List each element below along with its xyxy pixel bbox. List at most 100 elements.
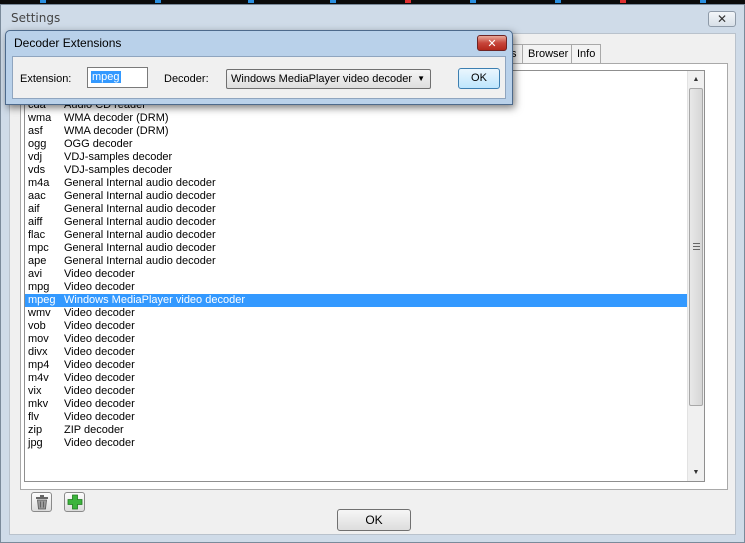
list-item[interactable]: asf WMA decoder (DRM) (25, 125, 687, 138)
decoder-select[interactable]: Windows MediaPlayer video decoder ▼ (226, 69, 431, 89)
add-button[interactable] (64, 492, 85, 512)
list-item[interactable]: vob Video decoder (25, 320, 687, 333)
list-item-decoder: General Internal audio decoder (64, 229, 216, 241)
list-item-extension: mpc (28, 242, 49, 254)
list-item[interactable]: jpg Video decoder (25, 437, 687, 450)
list-item-extension: jpg (28, 437, 43, 449)
settings-ok-button[interactable]: OK (337, 509, 411, 531)
extension-input[interactable]: mpeg (87, 67, 148, 88)
list-item-extension: avi (28, 268, 43, 280)
list-item[interactable]: mp4 Video decoder (25, 359, 687, 372)
list-item[interactable]: ape General Internal audio decoder (25, 255, 687, 268)
list-item[interactable]: wma WMA decoder (DRM) (25, 112, 687, 125)
list-item-decoder: Video decoder (64, 268, 135, 280)
tab-info[interactable]: Info (571, 44, 602, 63)
list-item-decoder: ZIP decoder (64, 424, 124, 436)
list-item-extension: ogg (28, 138, 47, 150)
list-item-decoder: Video decoder (64, 398, 135, 410)
list-item-decoder: Video decoder (64, 346, 135, 358)
list-item-extension: zip (28, 424, 43, 436)
list-item-decoder: Video decoder (64, 437, 135, 449)
list-item-extension: aiff (28, 216, 43, 228)
extension-label: Extension: (20, 73, 72, 85)
decoder-list[interactable]: cda Audio CD reader wma WMA decoder (DRM) as… (24, 70, 705, 482)
list-item[interactable]: flv Video decoder (25, 411, 687, 424)
list-item-extension: m4v (28, 372, 49, 384)
list-item[interactable]: mkv Video decoder (25, 398, 687, 411)
list-item[interactable]: flac General Internal audio decoder (25, 229, 687, 242)
tab-browser[interactable]: Browser (522, 44, 575, 63)
list-item-extension: vds (28, 164, 46, 176)
dialog-client-area: Extension: mpeg Decoder: Windows MediaPl… (12, 56, 506, 99)
list-item-extension: asf (28, 125, 43, 137)
list-item-decoder: Video decoder (64, 320, 135, 332)
list-item[interactable]: vdj VDJ-samples decoder (25, 151, 687, 164)
list-item[interactable]: ogg OGG decoder (25, 138, 687, 151)
delete-button[interactable] (31, 492, 52, 512)
dialog-title: Decoder Extensions (14, 36, 122, 50)
decoder-select-value: Windows MediaPlayer video decoder (231, 73, 412, 85)
list-item-decoder: General Internal audio decoder (64, 242, 216, 254)
list-item[interactable]: mpg Video decoder (25, 281, 687, 294)
list-item[interactable]: mov Video decoder (25, 333, 687, 346)
list-item-extension: mov (28, 333, 49, 345)
list-item-decoder: Video decoder (64, 359, 135, 371)
list-item-decoder: General Internal audio decoder (64, 203, 216, 215)
list-item[interactable]: mpeg Windows MediaPlayer video decoder (25, 294, 687, 307)
settings-client-area: s Browser Info cda Audio CD reader wma WMA … (9, 33, 736, 535)
list-item-extension: mpeg (28, 294, 56, 306)
chevron-down-icon: ▼ (417, 74, 425, 83)
list-item-decoder: General Internal audio decoder (64, 190, 216, 202)
list-item-decoder: General Internal audio decoder (64, 177, 216, 189)
list-item[interactable]: avi Video decoder (25, 268, 687, 281)
decoder-extensions-dialog: Decoder Extensions ✕ Extension: mpeg Dec… (5, 30, 513, 105)
list-item-decoder: OGG decoder (64, 138, 133, 150)
list-item-extension: vix (28, 385, 42, 397)
close-icon: ✕ (487, 37, 497, 50)
dialog-close-button[interactable]: ✕ (477, 35, 507, 51)
list-scrollbar[interactable]: ▲ ▼ (687, 71, 704, 481)
list-item-decoder: VDJ-samples decoder (64, 164, 173, 176)
list-item[interactable]: m4a General Internal audio decoder (25, 177, 687, 190)
list-item-decoder: Video decoder (64, 333, 135, 345)
scroll-down-icon[interactable]: ▼ (688, 464, 704, 481)
list-item[interactable]: divx Video decoder (25, 346, 687, 359)
list-item[interactable]: mpc General Internal audio decoder (25, 242, 687, 255)
list-item[interactable]: wmv Video decoder (25, 307, 687, 320)
decoder-rows: cda Audio CD reader wma WMA decoder (DRM) as… (25, 99, 687, 450)
list-item-extension: mpg (28, 281, 50, 293)
list-item-extension: vob (28, 320, 46, 332)
list-item[interactable]: aiff General Internal audio decoder (25, 216, 687, 229)
decoder-label: Decoder: (164, 73, 209, 85)
settings-close-button[interactable]: ✕ (708, 11, 736, 27)
list-item-extension: aif (28, 203, 40, 215)
list-item-decoder: General Internal audio decoder (64, 255, 216, 267)
trash-icon (35, 494, 48, 509)
list-item-extension: divx (28, 346, 48, 358)
list-item-extension: wmv (28, 307, 51, 319)
list-item-decoder: WMA decoder (DRM) (64, 125, 169, 137)
list-item-decoder: WMA decoder (DRM) (64, 112, 169, 124)
list-item-extension: mp4 (28, 359, 50, 371)
list-item-extension: flv (28, 411, 39, 423)
list-item-decoder: Video decoder (64, 372, 135, 384)
list-item[interactable]: aif General Internal audio decoder (25, 203, 687, 216)
list-item-extension: mkv (28, 398, 49, 410)
list-item-extension: wma (28, 112, 52, 124)
list-item[interactable]: vds VDJ-samples decoder (25, 164, 687, 177)
scroll-thumb[interactable] (689, 88, 703, 406)
list-item[interactable]: zip ZIP decoder (25, 424, 687, 437)
extension-value: mpeg (91, 71, 121, 83)
list-item-extension: aac (28, 190, 46, 202)
scroll-up-icon[interactable]: ▲ (688, 71, 704, 88)
list-item-decoder: Windows MediaPlayer video decoder (64, 294, 245, 306)
list-item[interactable]: aac General Internal audio decoder (25, 190, 687, 203)
list-item[interactable]: vix Video decoder (25, 385, 687, 398)
dialog-ok-button[interactable]: OK (458, 68, 500, 89)
settings-title: Settings (11, 11, 61, 25)
list-item-decoder: Video decoder (64, 307, 135, 319)
list-item-decoder: General Internal audio decoder (64, 216, 216, 228)
list-item-decoder: Video decoder (64, 385, 135, 397)
close-icon: ✕ (716, 12, 728, 26)
list-item[interactable]: m4v Video decoder (25, 372, 687, 385)
